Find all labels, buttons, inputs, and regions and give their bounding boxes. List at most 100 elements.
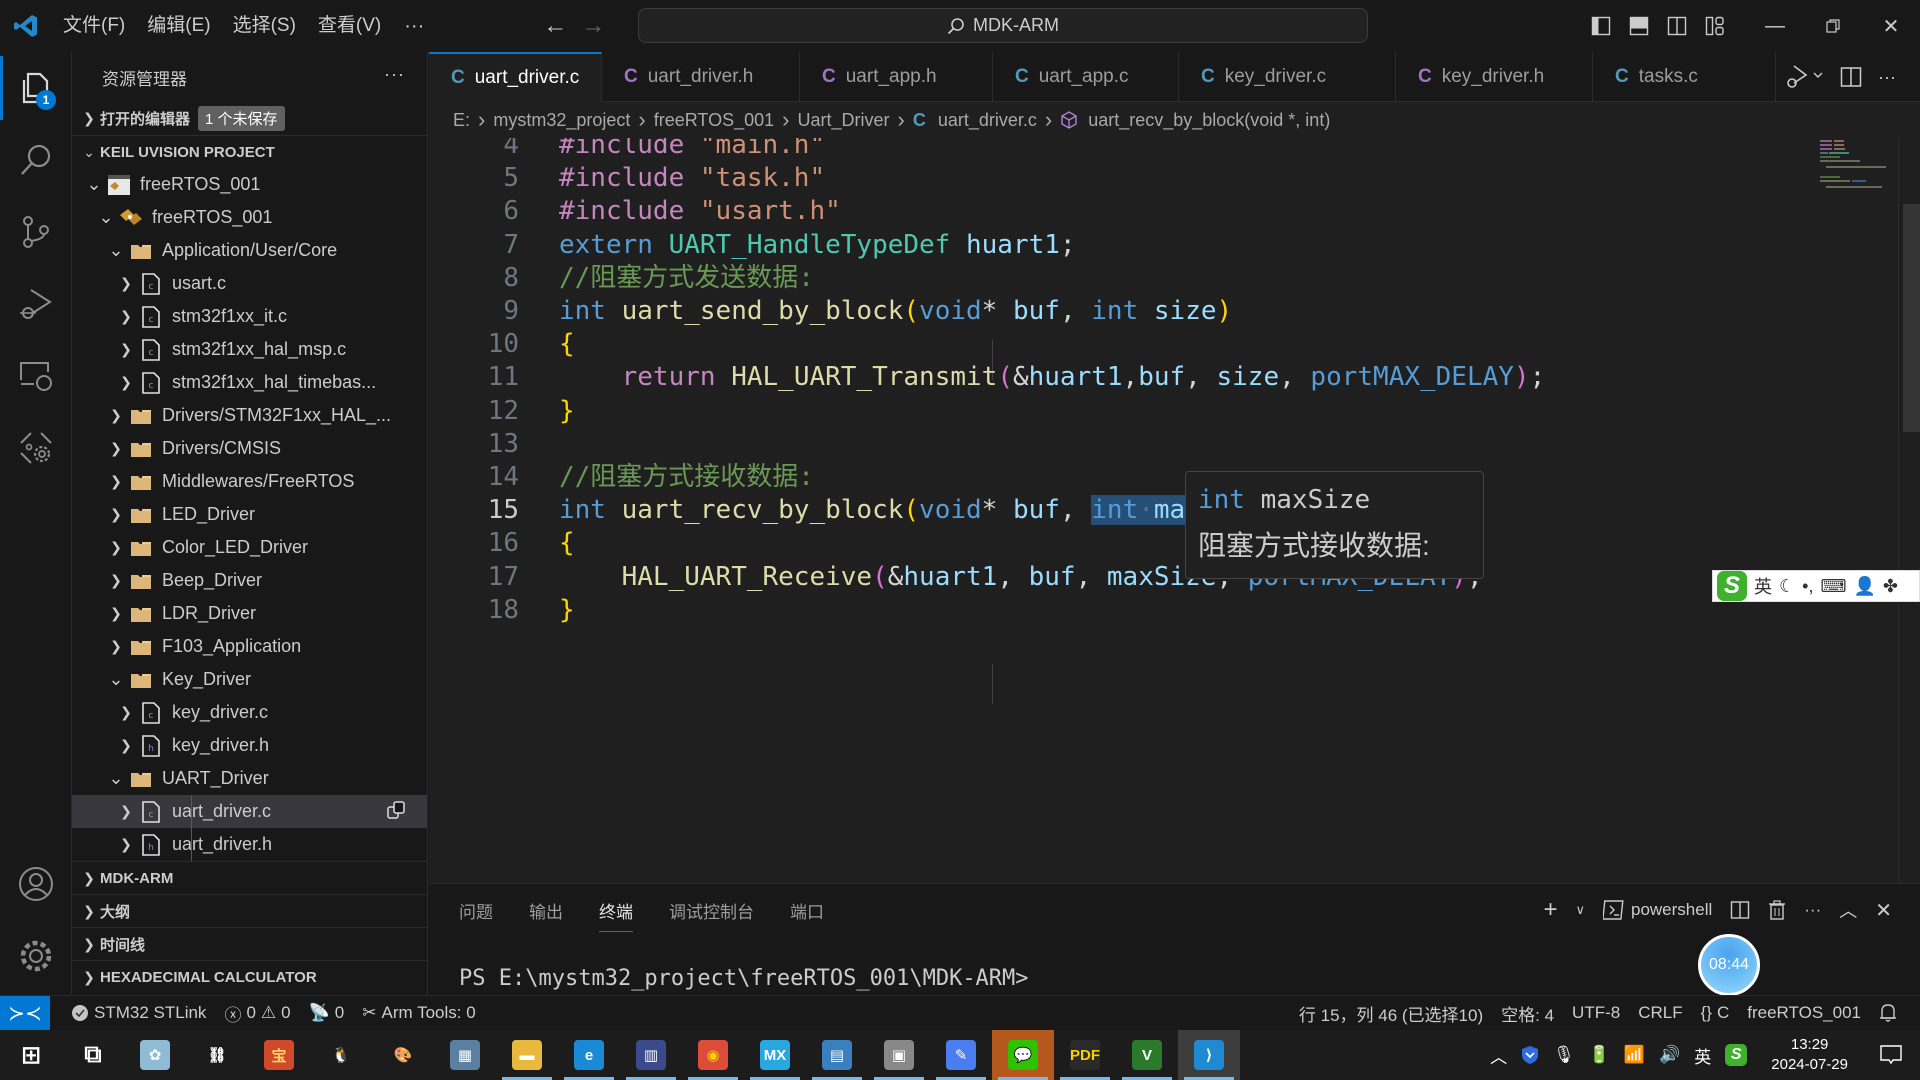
- tree-file[interactable]: ❯ c stm32f1xx_hal_timebas...: [72, 366, 427, 399]
- problems-status[interactable]: ⓧ 0 ⚠ 0: [215, 1001, 299, 1026]
- apps-icon[interactable]: ✤: [1883, 576, 1898, 597]
- taskbar-chrome-button[interactable]: ◉: [682, 1030, 744, 1080]
- chevron-up-icon[interactable]: ︿: [1490, 1043, 1507, 1068]
- taskbar-pdf-button[interactable]: PDF: [1054, 1030, 1116, 1080]
- activity-explorer[interactable]: 1: [0, 52, 72, 124]
- activity-accounts[interactable]: [0, 848, 72, 920]
- microphone-icon[interactable]: 🎙: [1553, 1045, 1575, 1065]
- menu-view[interactable]: 查看(V): [307, 9, 392, 43]
- arm-tools-status[interactable]: ✂ Arm Tools: 0: [353, 1003, 484, 1023]
- tree-file[interactable]: ❯ h uart_driver.h: [72, 828, 427, 861]
- tree-file[interactable]: ❯ c stm32f1xx_hal_msp.c: [72, 333, 427, 366]
- forward-arrow-icon[interactable]: →: [574, 12, 612, 40]
- explorer-more-button[interactable]: ···: [384, 64, 405, 85]
- editor-vertical-scrollbar[interactable]: [1898, 138, 1920, 883]
- editor-more-icon[interactable]: ···: [1878, 67, 1896, 88]
- taskbar-edge-button[interactable]: e: [558, 1030, 620, 1080]
- split-editor-icon[interactable]: [1840, 66, 1862, 88]
- panel-tab-4[interactable]: 端口: [790, 898, 824, 932]
- tree-folder[interactable]: ❯ Beep_Driver: [72, 564, 427, 597]
- encoding-status[interactable]: UTF-8: [1563, 1003, 1629, 1023]
- tab-uart-driver-h[interactable]: Cuart_driver.h: [602, 52, 800, 102]
- panel-tab-1[interactable]: 输出: [529, 898, 563, 932]
- volume-icon[interactable]: 🔊: [1659, 1045, 1680, 1065]
- tree-folder[interactable]: ❯ F103_Application: [72, 630, 427, 663]
- tree-folder[interactable]: ❯ Drivers/STM32F1xx_HAL_...: [72, 399, 427, 432]
- ports-status[interactable]: 📡 0: [300, 1003, 354, 1023]
- panel-tab-0[interactable]: 问题: [459, 898, 493, 932]
- taskbar-file-explorer-button[interactable]: ▬: [496, 1030, 558, 1080]
- notification-center-icon[interactable]: [1880, 1045, 1902, 1065]
- copy-file-icon[interactable]: [387, 801, 405, 824]
- keil-project-section[interactable]: ⌄ KEIL UVISION PROJECT: [72, 135, 427, 168]
- sidebar-section-0[interactable]: ❯ MDK-ARM: [72, 861, 427, 894]
- toggle-secondary-sidebar-button[interactable]: [1658, 0, 1696, 52]
- customize-layout-button[interactable]: [1696, 0, 1734, 52]
- tab-key-driver-h[interactable]: Ckey_driver.h: [1396, 52, 1593, 102]
- moon-icon[interactable]: ☾: [1779, 576, 1795, 597]
- activity-search[interactable]: [0, 124, 72, 196]
- cursor-position[interactable]: 行 15，列 46 (已选择10): [1290, 1001, 1492, 1026]
- taskbar-network-app-button[interactable]: ⛓: [186, 1030, 248, 1080]
- taskbar-task-view-button[interactable]: ⧉: [62, 1030, 124, 1080]
- activity-run-debug[interactable]: [0, 268, 72, 340]
- tree-folder[interactable]: ⌄ UART_Driver: [72, 762, 427, 795]
- tree-folder[interactable]: ❯ Middlewares/FreeRTOS: [72, 465, 427, 498]
- split-terminal-icon[interactable]: [1730, 900, 1750, 920]
- tree-folder[interactable]: ⌄ Application/User/Core: [72, 234, 427, 267]
- scrollbar-thumb[interactable]: [1903, 204, 1920, 432]
- activity-source-control[interactable]: [0, 196, 72, 268]
- taskbar-start-button[interactable]: ⊞: [0, 1030, 62, 1080]
- taskbar-calculator-button[interactable]: ▦: [434, 1030, 496, 1080]
- restore-button[interactable]: [1804, 0, 1862, 52]
- sogou-tray-icon[interactable]: S: [1725, 1044, 1748, 1066]
- taskbar-usb-app-button[interactable]: ▣: [868, 1030, 930, 1080]
- wifi-icon[interactable]: 📶: [1624, 1045, 1645, 1065]
- keyboard-icon[interactable]: ⌨: [1820, 576, 1846, 597]
- panel-tab-3[interactable]: 调试控制台: [669, 898, 754, 932]
- tab-key-driver-c[interactable]: Ckey_driver.c: [1179, 52, 1396, 102]
- ime-toolbar[interactable]: S 英 ☾ •, ⌨ 👤 ✤: [1712, 570, 1920, 602]
- new-terminal-icon[interactable]: +: [1543, 896, 1557, 924]
- command-center-search[interactable]: MDK-ARM: [638, 8, 1368, 43]
- taskbar-app-flower-button[interactable]: ✿: [124, 1030, 186, 1080]
- eol-status[interactable]: CRLF: [1629, 1003, 1691, 1023]
- breadcrumb-item[interactable]: mystm32_project: [493, 110, 630, 131]
- chevron-down-icon[interactable]: ∨: [1575, 902, 1585, 918]
- remote-indicator-button[interactable]: ≻≺: [0, 995, 50, 1031]
- system-clock[interactable]: 13:29 2024-07-29: [1771, 1035, 1848, 1075]
- tree-project[interactable]: ⌄ freeRTOS_001: [72, 168, 427, 201]
- tab-uart-app-c[interactable]: Cuart_app.c: [993, 52, 1179, 102]
- terminal-shell-selector[interactable]: powershell: [1602, 899, 1712, 921]
- run-debug-dropdown-icon[interactable]: [1784, 64, 1824, 90]
- battery-icon[interactable]: 🔋: [1589, 1045, 1610, 1065]
- menu-selection[interactable]: 选择(S): [222, 9, 307, 43]
- taskbar-vscode-button[interactable]: ⟩: [1178, 1030, 1240, 1080]
- indentation-status[interactable]: 空格: 4: [1492, 1001, 1563, 1026]
- panel-more-icon[interactable]: ···: [1804, 900, 1821, 920]
- activity-extensions[interactable]: [0, 412, 72, 484]
- activity-manage[interactable]: [0, 920, 72, 992]
- taskbar-wechat-button[interactable]: 💬: [992, 1030, 1054, 1080]
- tree-file[interactable]: ❯ h key_driver.h: [72, 729, 427, 762]
- breadcrumb-item[interactable]: E:: [453, 110, 470, 131]
- terminal-prompt[interactable]: PS E:\mystm32_project\freeRTOS_001\MDK-A…: [459, 966, 1029, 991]
- back-arrow-icon[interactable]: ←: [536, 12, 574, 40]
- taskbar-paint-app-button[interactable]: 🎨: [372, 1030, 434, 1080]
- minimap[interactable]: [1818, 138, 1898, 198]
- breadcrumb-item[interactable]: Uart_Driver: [797, 110, 889, 131]
- ime-mode-toggle[interactable]: 英: [1754, 573, 1772, 599]
- debugger-status[interactable]: STM32 STLink: [62, 1003, 215, 1023]
- open-editors-section[interactable]: ❯ 打开的编辑器 1 个未保存: [72, 102, 427, 135]
- tree-folder[interactable]: ⌄ Key_Driver: [72, 663, 427, 696]
- toggle-primary-sidebar-button[interactable]: [1582, 0, 1620, 52]
- notifications-button[interactable]: [1870, 1003, 1906, 1023]
- tab-uart-app-h[interactable]: Cuart_app.h: [800, 52, 993, 102]
- close-panel-icon[interactable]: ✕: [1875, 898, 1892, 923]
- minimize-button[interactable]: —: [1746, 0, 1804, 52]
- tab-uart-driver-c[interactable]: Cuart_driver.c: [429, 52, 602, 102]
- tree-file[interactable]: ❯ c usart.c: [72, 267, 427, 300]
- sidebar-section-2[interactable]: ❯ 时间线: [72, 927, 427, 960]
- toggle-panel-button[interactable]: [1620, 0, 1658, 52]
- configuration-status[interactable]: freeRTOS_001: [1738, 1003, 1870, 1023]
